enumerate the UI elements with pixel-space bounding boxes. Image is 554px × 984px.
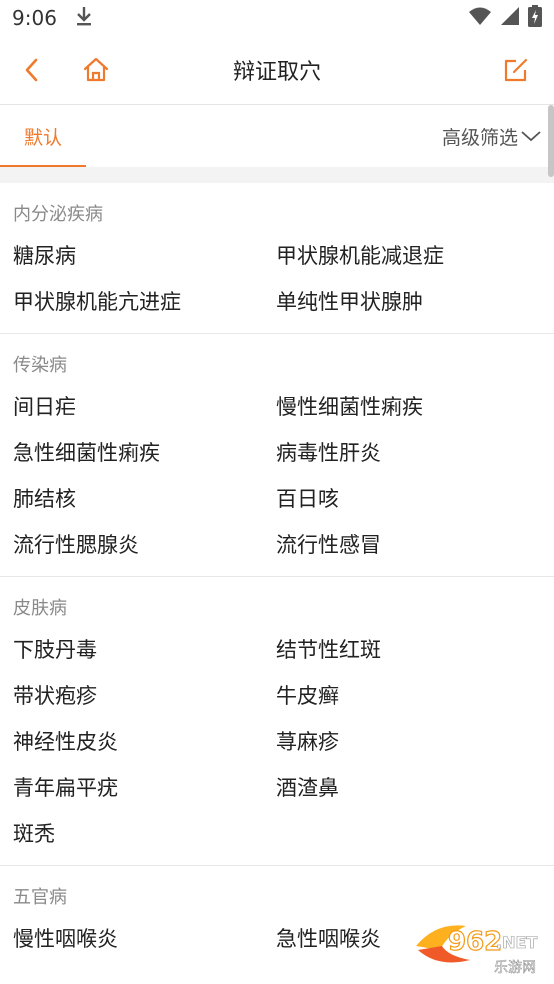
list-item[interactable]: 青年扁平疣 [0,765,263,811]
app-header: 辩证取穴 [0,36,554,105]
section-title: 内分泌疾病 [13,204,103,225]
status-bar: 9:06 [0,0,554,36]
edit-button[interactable] [496,50,536,90]
list-item[interactable]: 带状疱疹 [0,673,263,719]
section-title: 五官病 [13,887,67,908]
home-button[interactable] [76,50,116,90]
edit-icon [504,58,528,82]
list-item[interactable]: 神经性皮炎 [0,719,263,765]
svg-text:.NET: .NET [496,933,537,952]
list-item[interactable]: 牛皮癣 [263,673,554,719]
section-title: 皮肤病 [13,598,67,619]
watermark-logo: 962 .NET 乐游网 [408,916,548,980]
wifi-icon [468,6,492,31]
download-icon [75,6,93,31]
list-item[interactable]: 流行性感冒 [263,522,554,568]
signal-icon [500,6,520,31]
list-item[interactable]: 病毒性肝炎 [263,430,554,476]
list-item[interactable]: 流行性腮腺炎 [0,522,263,568]
list-item[interactable]: 单纯性甲状腺肿 [263,279,554,325]
svg-text:962: 962 [448,927,502,957]
section-infectious: 传染病 间日疟 慢性细菌性痢疾 急性细菌性痢疾 病毒性肝炎 肺结核 百日咳 流行… [0,334,554,577]
advanced-filter-button[interactable]: 高级筛选 [442,105,554,167]
list-item[interactable]: 下肢丹毒 [0,627,263,673]
section-title: 传染病 [13,355,67,376]
list-item[interactable]: 糖尿病 [0,233,263,279]
list-item[interactable]: 斑秃 [0,811,263,857]
page-title: 辩证取穴 [232,60,321,85]
scrollbar[interactable] [548,105,554,177]
list-item[interactable]: 荨麻疹 [263,719,554,765]
chevron-left-icon [25,58,38,82]
list-item[interactable]: 甲状腺机能亢进症 [0,279,263,325]
list-item[interactable]: 百日咳 [263,476,554,522]
list-item[interactable]: 甲状腺机能减退症 [263,233,554,279]
chevron-down-icon [521,131,541,142]
home-icon [83,57,109,82]
list-item[interactable]: 慢性咽喉炎 [0,916,263,962]
section-skin: 皮肤病 下肢丹毒 结节性红斑 带状疱疹 牛皮癣 神经性皮炎 荨麻疹 青年扁平疣 … [0,577,554,866]
list-item[interactable]: 结节性红斑 [263,627,554,673]
divider [0,167,554,183]
svg-text:乐游网: 乐游网 [494,960,536,976]
list-item[interactable]: 慢性细菌性痢疾 [263,384,554,430]
advanced-filter-label: 高级筛选 [441,126,518,149]
category-list: 内分泌疾病 糖尿病 甲状腺机能减退症 甲状腺机能亢进症 单纯性甲状腺肿 传染病 … [0,183,554,970]
section-endocrine: 内分泌疾病 糖尿病 甲状腺机能减退症 甲状腺机能亢进症 单纯性甲状腺肿 [0,183,554,334]
list-item[interactable]: 肺结核 [0,476,263,522]
filter-bar: 默认 高级筛选 [0,105,554,177]
list-item[interactable]: 急性细菌性痢疾 [0,430,263,476]
back-button[interactable] [12,50,52,90]
status-time: 9:06 [12,6,57,30]
list-item[interactable]: 酒渣鼻 [263,765,554,811]
tab-default[interactable]: 默认 [0,105,86,167]
list-item[interactable]: 间日疟 [0,384,263,430]
battery-icon [528,4,542,32]
